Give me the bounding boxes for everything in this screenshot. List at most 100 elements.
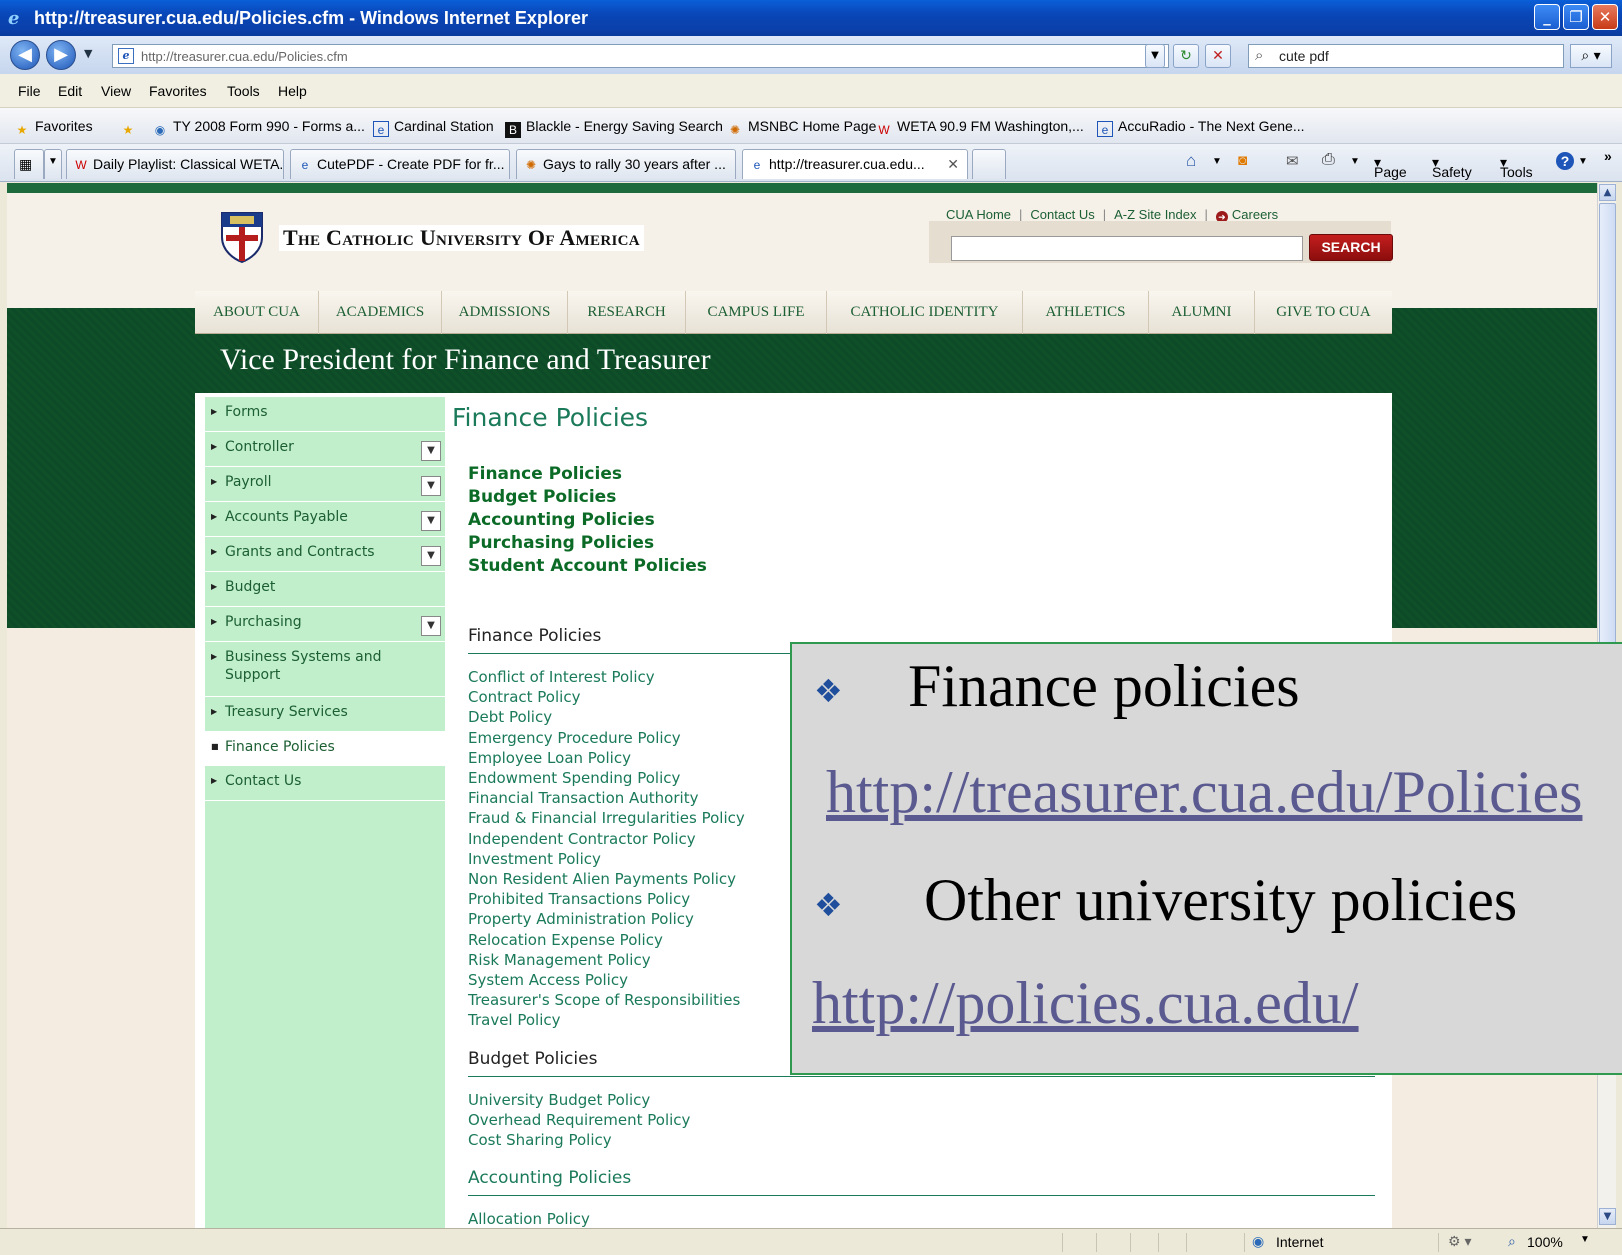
zoom-level[interactable]: 100% xyxy=(1527,1234,1563,1250)
university-name[interactable]: The Catholic University Of America xyxy=(279,225,644,251)
left-nav-item[interactable]: ▶ Treasury Services xyxy=(205,697,445,732)
favorite-link[interactable]: B Blackle - Energy Saving Search xyxy=(505,118,723,138)
menu-tools[interactable]: Tools xyxy=(227,83,260,99)
tab-active[interactable]: e http://treasurer.cua.edu... ✕ xyxy=(742,149,968,179)
tab[interactable]: ✺ Gays to rally 30 years after ... xyxy=(516,149,736,179)
policy-link[interactable]: Allocation Policy xyxy=(468,1210,590,1228)
read-mail-icon[interactable]: ✉ xyxy=(1286,152,1299,170)
policy-link[interactable]: Overhead Requirement Policy xyxy=(468,1111,690,1129)
feeds-icon[interactable]: ◙ xyxy=(1238,152,1247,169)
policy-link[interactable]: Investment Policy xyxy=(468,850,601,868)
expand-dropdown-icon[interactable]: ▼ xyxy=(421,616,441,636)
minimize-button[interactable]: _ xyxy=(1534,4,1560,30)
page-menu[interactable]: Page ▾ xyxy=(1374,154,1407,180)
tools-menu[interactable]: Tools ▾ xyxy=(1500,154,1533,180)
address-dropdown-icon[interactable]: ▼ xyxy=(1145,44,1165,68)
print-dropdown-icon[interactable]: ▼ xyxy=(1350,156,1360,167)
policy-link[interactable]: Risk Management Policy xyxy=(468,951,651,969)
policy-link[interactable]: Relocation Expense Policy xyxy=(468,931,663,949)
nav-admissions[interactable]: ADMISSIONS xyxy=(442,291,568,334)
policy-link[interactable]: Emergency Procedure Policy xyxy=(468,729,681,747)
add-favorite-icon[interactable]: ★ xyxy=(120,118,141,138)
site-search-button[interactable]: SEARCH xyxy=(1309,234,1393,261)
refresh-icon[interactable]: ↻ xyxy=(1173,44,1199,68)
quick-link[interactable]: Student Account Policies xyxy=(468,556,707,576)
scroll-up-icon[interactable]: ▲ xyxy=(1599,184,1616,201)
print-icon[interactable]: ⎙ xyxy=(1322,151,1335,169)
left-nav-item[interactable]: ▶ Budget xyxy=(205,572,445,607)
menu-edit[interactable]: Edit xyxy=(58,83,82,99)
policy-link[interactable]: System Access Policy xyxy=(468,971,628,989)
chevron-more-icon[interactable]: » xyxy=(1604,148,1612,164)
left-nav-item[interactable]: ▶ Contact Us xyxy=(205,766,445,801)
restore-button[interactable]: ❐ xyxy=(1563,4,1589,30)
close-tab-icon[interactable]: ✕ xyxy=(947,156,959,173)
policy-link[interactable]: Non Resident Alien Payments Policy xyxy=(468,870,736,888)
search-go-button[interactable]: ⌕ ▾ xyxy=(1570,44,1612,68)
favorite-link[interactable]: ✺ MSNBC Home Page xyxy=(727,118,876,138)
link-az-index[interactable]: A-Z Site Index xyxy=(1114,207,1196,222)
new-tab-button[interactable] xyxy=(972,149,1006,179)
close-window-button[interactable]: ✕ xyxy=(1592,4,1618,30)
forward-button[interactable]: ▶ xyxy=(46,40,76,70)
left-nav-item[interactable]: ▶ Grants and Contracts ▼ xyxy=(205,537,445,572)
tab[interactable]: e CutePDF - Create PDF for fr... xyxy=(290,149,510,179)
link-contact-us[interactable]: Contact Us xyxy=(1030,207,1094,222)
zoom-dropdown-icon[interactable]: ▼ xyxy=(1580,1234,1590,1245)
nav-catholic-identity[interactable]: CATHOLIC IDENTITY xyxy=(827,291,1023,334)
expand-dropdown-icon[interactable]: ▼ xyxy=(421,441,441,461)
protected-mode-icon[interactable]: ⚙ ▾ xyxy=(1448,1233,1471,1250)
home-icon[interactable]: ⌂ xyxy=(1186,151,1196,171)
link-careers[interactable]: Careers xyxy=(1232,207,1278,222)
left-nav-item-active[interactable]: ■ Finance Policies xyxy=(205,732,445,766)
menu-view[interactable]: View xyxy=(101,83,131,99)
nav-athletics[interactable]: ATHLETICS xyxy=(1023,291,1149,334)
expand-dropdown-icon[interactable]: ▼ xyxy=(421,546,441,566)
left-nav-item[interactable]: ▶ Purchasing ▼ xyxy=(205,607,445,642)
menu-favorites[interactable]: Favorites xyxy=(149,83,207,99)
callout-link[interactable]: http://treasurer.cua.edu/Policies xyxy=(826,758,1582,827)
nav-alumni[interactable]: ALUMNI xyxy=(1149,291,1255,334)
nav-academics[interactable]: ACADEMICS xyxy=(319,291,442,334)
link-cua-home[interactable]: CUA Home xyxy=(946,207,1011,222)
tab-list-dropdown-icon[interactable]: ▼ xyxy=(44,149,62,179)
left-nav-item[interactable]: ▶ Payroll ▼ xyxy=(205,467,445,502)
zoom-icon[interactable]: ⌕ xyxy=(1508,1233,1516,1250)
policy-link[interactable]: Conflict of Interest Policy xyxy=(468,668,655,686)
help-icon[interactable]: ? xyxy=(1556,152,1574,170)
policy-link[interactable]: Treasurer's Scope of Responsibilities xyxy=(468,991,740,1009)
expand-dropdown-icon[interactable]: ▼ xyxy=(421,476,441,496)
quick-link[interactable]: Budget Policies xyxy=(468,487,616,507)
favorites-button[interactable]: ★ Favorites xyxy=(14,118,93,138)
site-search-input[interactable] xyxy=(951,236,1303,261)
left-nav-item[interactable]: ▶ Business Systems and Support xyxy=(205,642,445,697)
policy-link[interactable]: Prohibited Transactions Policy xyxy=(468,890,690,908)
nav-campus-life[interactable]: CAMPUS LIFE xyxy=(686,291,827,334)
favorite-link[interactable]: ◉ TY 2008 Form 990 - Forms a... xyxy=(152,118,365,138)
policy-link[interactable]: Property Administration Policy xyxy=(468,910,694,928)
safety-menu[interactable]: Safety ▾ xyxy=(1432,154,1472,180)
menu-file[interactable]: File xyxy=(18,83,41,99)
policy-link[interactable]: Contract Policy xyxy=(468,688,580,706)
left-nav-item[interactable]: ▶ Accounts Payable ▼ xyxy=(205,502,445,537)
left-nav-item[interactable]: ▶ Controller ▼ xyxy=(205,432,445,467)
back-button[interactable]: ◀ xyxy=(10,40,40,70)
address-field[interactable]: e http://treasurer.cua.edu/Policies.cfm xyxy=(112,44,1169,68)
policy-link[interactable]: University Budget Policy xyxy=(468,1091,650,1109)
search-input[interactable]: ⌕ cute pdf xyxy=(1248,44,1564,68)
nav-research[interactable]: RESEARCH xyxy=(568,291,686,334)
expand-dropdown-icon[interactable]: ▼ xyxy=(421,511,441,531)
policy-link[interactable]: Employee Loan Policy xyxy=(468,749,631,767)
policy-link[interactable]: Independent Contractor Policy xyxy=(468,830,696,848)
policy-link[interactable]: Fraud & Financial Irregularities Policy xyxy=(468,809,745,827)
recent-pages-dropdown-icon[interactable]: ▼ xyxy=(84,47,92,60)
nav-give[interactable]: GIVE TO CUA xyxy=(1255,291,1392,334)
policy-link[interactable]: Endowment Spending Policy xyxy=(468,769,680,787)
quick-link[interactable]: Purchasing Policies xyxy=(468,533,654,553)
home-dropdown-icon[interactable]: ▼ xyxy=(1212,156,1222,167)
nav-about[interactable]: ABOUT CUA xyxy=(195,291,319,334)
scroll-down-icon[interactable]: ▼ xyxy=(1599,1208,1616,1225)
quick-link[interactable]: Accounting Policies xyxy=(468,510,655,530)
favorite-link[interactable]: e Cardinal Station xyxy=(373,118,494,137)
tab[interactable]: W Daily Playlist: Classical WETA... xyxy=(66,149,284,179)
